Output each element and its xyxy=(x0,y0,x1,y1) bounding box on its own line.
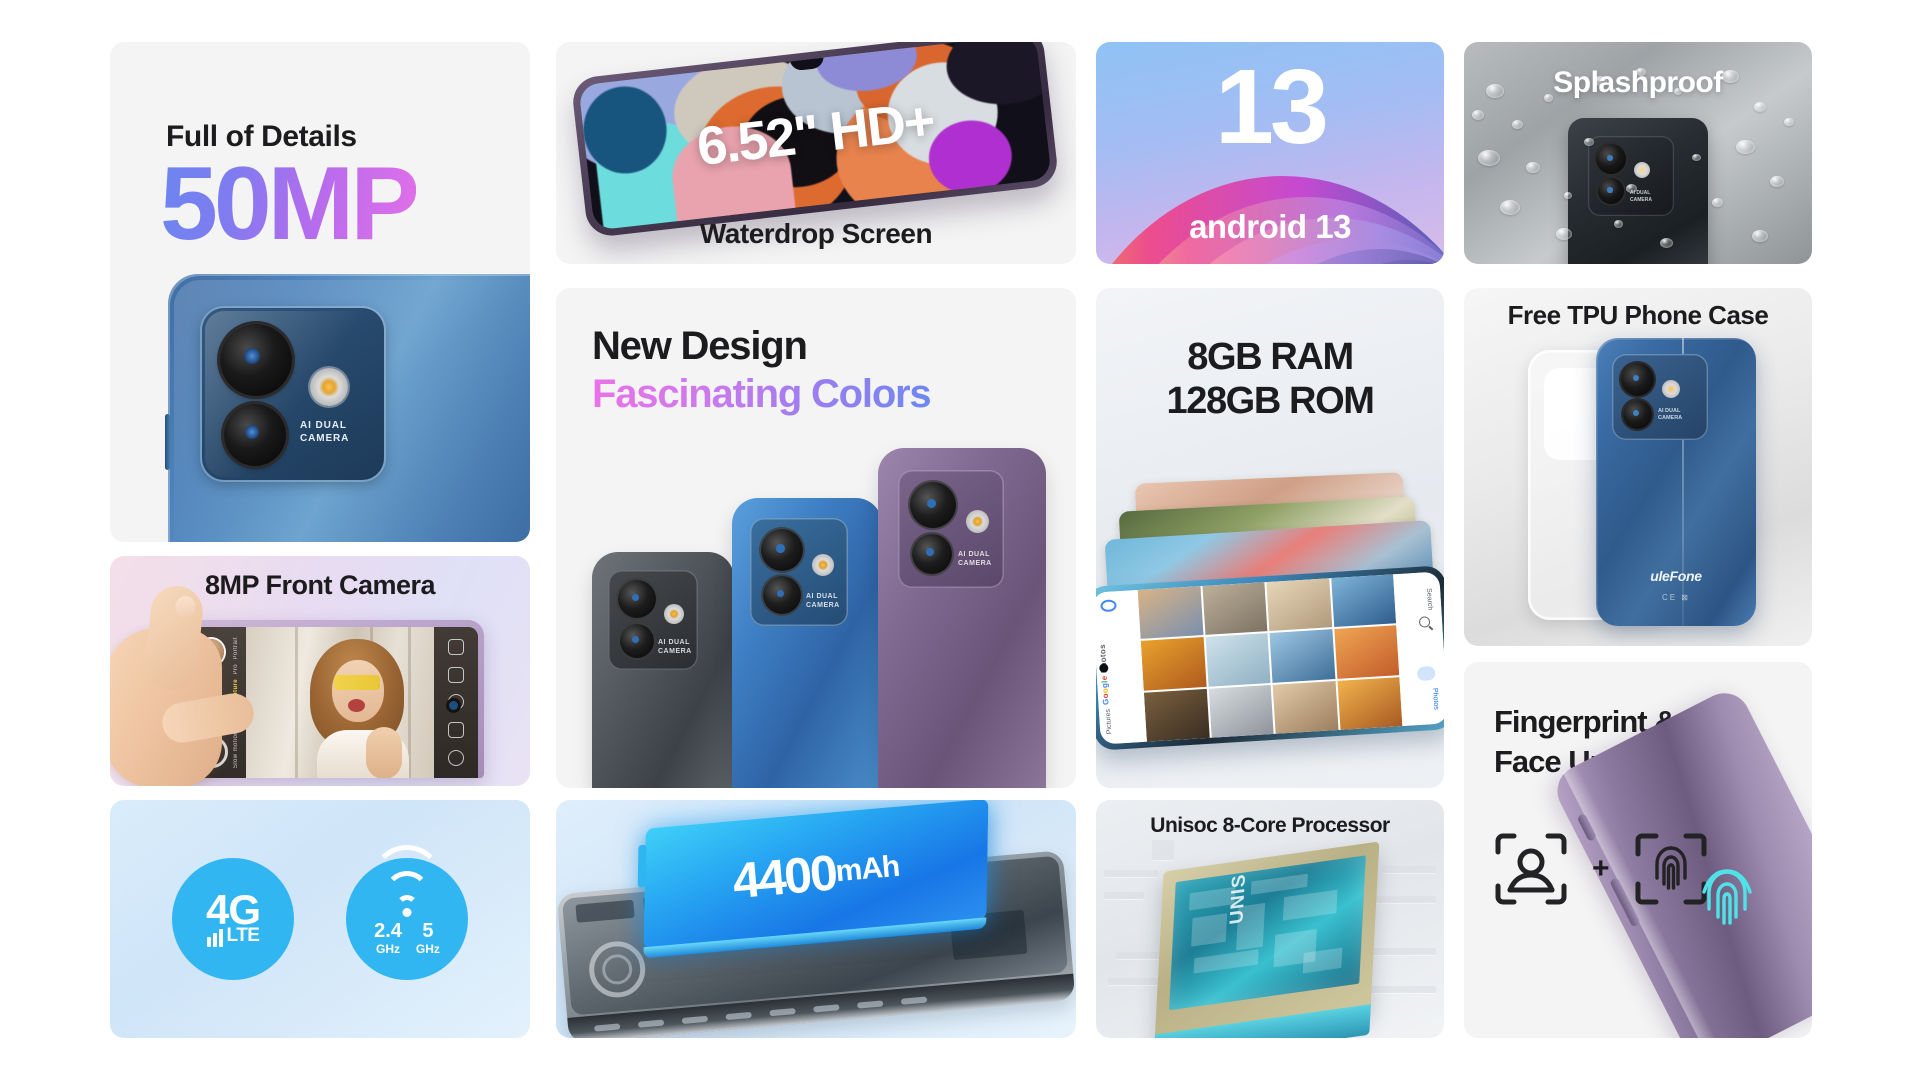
lte-main-label: 4G xyxy=(205,885,261,933)
gallery-phone-icon: Google Photos Pictures Search Photos xyxy=(1096,565,1444,751)
nav-label-photos[interactable]: Photos xyxy=(1431,688,1439,710)
caption-splashproof: Splashproof xyxy=(1553,66,1723,99)
filter-icon[interactable] xyxy=(448,722,464,739)
google-photos-logo: Google Photos xyxy=(1097,643,1111,706)
yellow-sunglasses xyxy=(334,675,381,691)
hdr-icon[interactable] xyxy=(448,666,464,683)
mode-pro[interactable]: Pro xyxy=(233,664,239,675)
nav-label-search[interactable]: Search xyxy=(1425,588,1433,611)
nav-label-pictures[interactable]: Pictures xyxy=(1105,708,1114,734)
blue-phone-rear-icon: AI DUAL CAMERA xyxy=(165,274,530,542)
caption-front-camera: 8MP Front Camera xyxy=(204,570,436,600)
certification-marks: CE ⊠ xyxy=(1661,593,1691,602)
phone-front-display-icon: 6.52" HD+ xyxy=(570,42,1060,239)
memory-ram-label: 8GB RAM xyxy=(1187,336,1354,378)
tile-battery: 4400 mAh xyxy=(556,800,1076,1038)
headline-50mp: 50MP xyxy=(160,146,420,262)
phone-colorway-lineup: AI DUAL CAMERA AI DUAL CAMERA AI DUAL CAMER… xyxy=(576,448,1076,788)
fingerprint-glow-icon xyxy=(1702,869,1752,925)
search-icon[interactable] xyxy=(1418,616,1431,628)
face-unlock-icon xyxy=(1495,833,1567,905)
mode-slow-motion[interactable]: Slow motion xyxy=(233,731,239,768)
flash-toggle-icon[interactable] xyxy=(448,638,464,655)
headline-new-design: New Design xyxy=(592,324,808,368)
phone-colorway-gray: AI DUAL CAMERA xyxy=(592,552,734,788)
tile-tpu-case: Free TPU Phone Case AI DUAL CAMERA uleFon… xyxy=(1464,288,1812,646)
caption-waterdrop-screen: Waterdrop Screen xyxy=(699,218,933,249)
wifi-band-5: 5 GHz xyxy=(415,919,440,956)
tile-50mp-camera: Full of Details 50MP AI DUAL CAMERA xyxy=(110,42,530,542)
4g-lte-icon: 4G LTE xyxy=(172,858,294,980)
front-camera-notch xyxy=(449,700,458,710)
photo-grid[interactable] xyxy=(1137,574,1403,742)
camera-ui-left-panel: Portrait Pro Capture Video Slow motion xyxy=(188,627,246,778)
phone-colorway-purple: AI DUAL CAMERA xyxy=(878,448,1046,788)
camera-viewfinder xyxy=(246,627,434,778)
chip-die: UNISOC xyxy=(1169,855,1366,1011)
tile-android-version: 13 android 13 xyxy=(1096,42,1444,264)
brand-logo: uleFone xyxy=(1650,568,1702,584)
caption-processor: Unisoc 8-Core Processor xyxy=(1150,814,1390,837)
tile-front-camera: 8MP Front Camera Portrait Pro Capture Vi… xyxy=(110,556,530,786)
lte-sub-label: LTE xyxy=(226,925,260,947)
photos-tab-chip[interactable] xyxy=(1416,665,1436,682)
tile-new-design: New Design Fascinating Colors AI DUAL CAM… xyxy=(556,288,1076,788)
volume-button-icon xyxy=(165,414,170,470)
battery-capacity-label: 4400 mAh xyxy=(639,800,992,949)
tile-display: 6.52" HD+ Waterdrop Screen xyxy=(556,42,1076,264)
product-feature-board: Full of Details 50MP AI DUAL CAMERA 8MP … xyxy=(0,0,1920,1080)
battery-value: 4400 xyxy=(730,844,839,910)
battery-slab-icon: 4400 mAh xyxy=(637,800,989,950)
settings-icon[interactable] xyxy=(448,750,464,767)
tile-splashproof: AI DUAL CAMERA Splashproof xyxy=(1464,42,1812,264)
tile-processor: Unisoc 8-Core Processor UNISOC xyxy=(1096,800,1444,1038)
tile-connectivity: 4G LTE 2.4 GHz 5 GHz xyxy=(110,800,530,1038)
secondary-lens-icon xyxy=(224,404,286,466)
wifi-band-24: 2.4 GHz xyxy=(374,919,402,956)
shutter-button[interactable] xyxy=(196,736,228,768)
android-version-number: 13 xyxy=(1215,48,1329,166)
phone-screen: 6.52" HD+ xyxy=(578,42,1052,231)
camera-island: AI DUAL CAMERA xyxy=(202,308,384,480)
soc-chip-icon: UNISOC xyxy=(1153,841,1380,1038)
flash-icon xyxy=(310,368,348,406)
tile-memory: 8GB RAM 128GB ROM Google Photos Pictures xyxy=(1096,288,1444,788)
caption-tpu-case: Free TPU Phone Case xyxy=(1507,300,1769,330)
selfie-phone-icon: Portrait Pro Capture Video Slow motion xyxy=(182,620,484,778)
phone-colorway-blue: AI DUAL CAMERA xyxy=(732,498,882,788)
gallery-thumbnail[interactable] xyxy=(198,639,224,665)
caption-android-13: android 13 xyxy=(1189,208,1351,245)
mode-capture[interactable]: Capture xyxy=(233,679,239,704)
camera-mode-list[interactable]: Portrait Pro Capture Video Slow motion xyxy=(228,635,244,770)
wifi-waves-icon xyxy=(369,844,445,917)
mode-portrait[interactable]: Portrait xyxy=(233,637,239,660)
mode-video[interactable]: Video xyxy=(233,709,239,726)
dual-band-wifi-icon: 2.4 GHz 5 GHz xyxy=(346,844,468,980)
signal-bars-icon xyxy=(206,929,223,948)
subhead-fascinating-colors: Fascinating Colors xyxy=(592,372,932,416)
plus-separator: + xyxy=(1592,852,1610,885)
blue-phone-back-icon: AI DUAL CAMERA uleFone CE ⊠ xyxy=(1596,338,1756,626)
chip-brand-label: UNISOC xyxy=(1226,855,1252,926)
gallery-right-nav: Search Photos xyxy=(1393,571,1444,727)
battery-unit: mAh xyxy=(834,849,901,889)
eye-icon xyxy=(1100,599,1117,613)
ai-dual-camera-label: AI DUAL CAMERA xyxy=(300,420,350,444)
tile-unlock: Fingerprint & Face Unlock + xyxy=(1464,662,1812,1038)
memory-rom-label: 128GB ROM xyxy=(1166,380,1374,422)
main-lens-icon xyxy=(220,324,292,396)
